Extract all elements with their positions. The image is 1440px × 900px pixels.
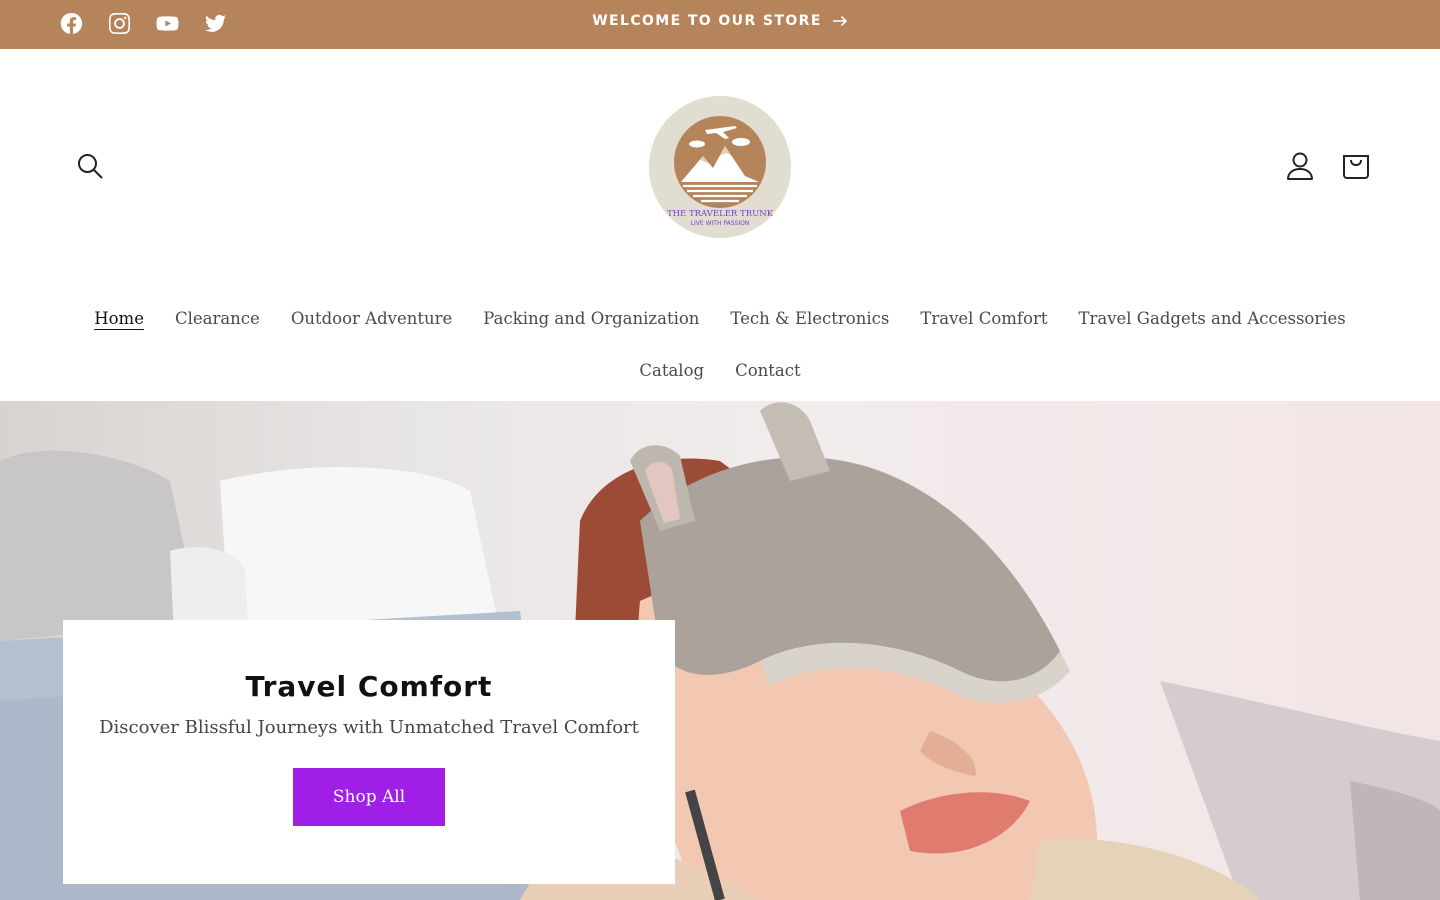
announcement-link[interactable]: WELCOME TO OUR STORE <box>0 13 1440 29</box>
arrow-right-icon <box>832 15 848 27</box>
cart-icon[interactable] <box>1341 151 1371 181</box>
nav-item-packing-organization[interactable]: Packing and Organization <box>483 309 699 328</box>
search-icon[interactable] <box>76 152 104 180</box>
main-navigation: Home Clearance Outdoor Adventure Packing… <box>0 299 1440 389</box>
hero-subtitle: Discover Blissful Journeys with Unmatche… <box>99 717 639 738</box>
hero-banner: Travel Comfort Discover Blissful Journey… <box>0 401 1440 900</box>
nav-row-primary: Home Clearance Outdoor Adventure Packing… <box>0 299 1440 337</box>
hero-content-card: Travel Comfort Discover Blissful Journey… <box>63 620 675 884</box>
account-icon[interactable] <box>1286 151 1314 181</box>
logo-tagline: LIVE WITH PASSION <box>690 220 750 227</box>
store-logo[interactable]: THE TRAVELER TRUNK LIVE WITH PASSION <box>649 96 791 238</box>
nav-item-contact[interactable]: Contact <box>735 361 801 380</box>
site-header: THE TRAVELER TRUNK LIVE WITH PASSION Hom… <box>0 49 1440 401</box>
nav-item-home[interactable]: Home <box>94 309 144 328</box>
hero-title: Travel Comfort <box>245 670 493 703</box>
nav-item-tech-electronics[interactable]: Tech & Electronics <box>730 309 889 328</box>
shop-all-button[interactable]: Shop All <box>293 768 445 826</box>
nav-item-outdoor-adventure[interactable]: Outdoor Adventure <box>291 309 452 328</box>
logo-brand: THE TRAVELER TRUNK <box>666 209 774 219</box>
announcement-bar: WELCOME TO OUR STORE <box>0 0 1440 49</box>
nav-item-travel-comfort[interactable]: Travel Comfort <box>920 309 1047 328</box>
nav-item-clearance[interactable]: Clearance <box>175 309 260 328</box>
nav-item-travel-gadgets[interactable]: Travel Gadgets and Accessories <box>1078 309 1345 328</box>
announcement-text: WELCOME TO OUR STORE <box>592 13 822 29</box>
nav-row-secondary: Catalog Contact <box>0 351 1440 389</box>
nav-item-catalog[interactable]: Catalog <box>639 361 704 380</box>
